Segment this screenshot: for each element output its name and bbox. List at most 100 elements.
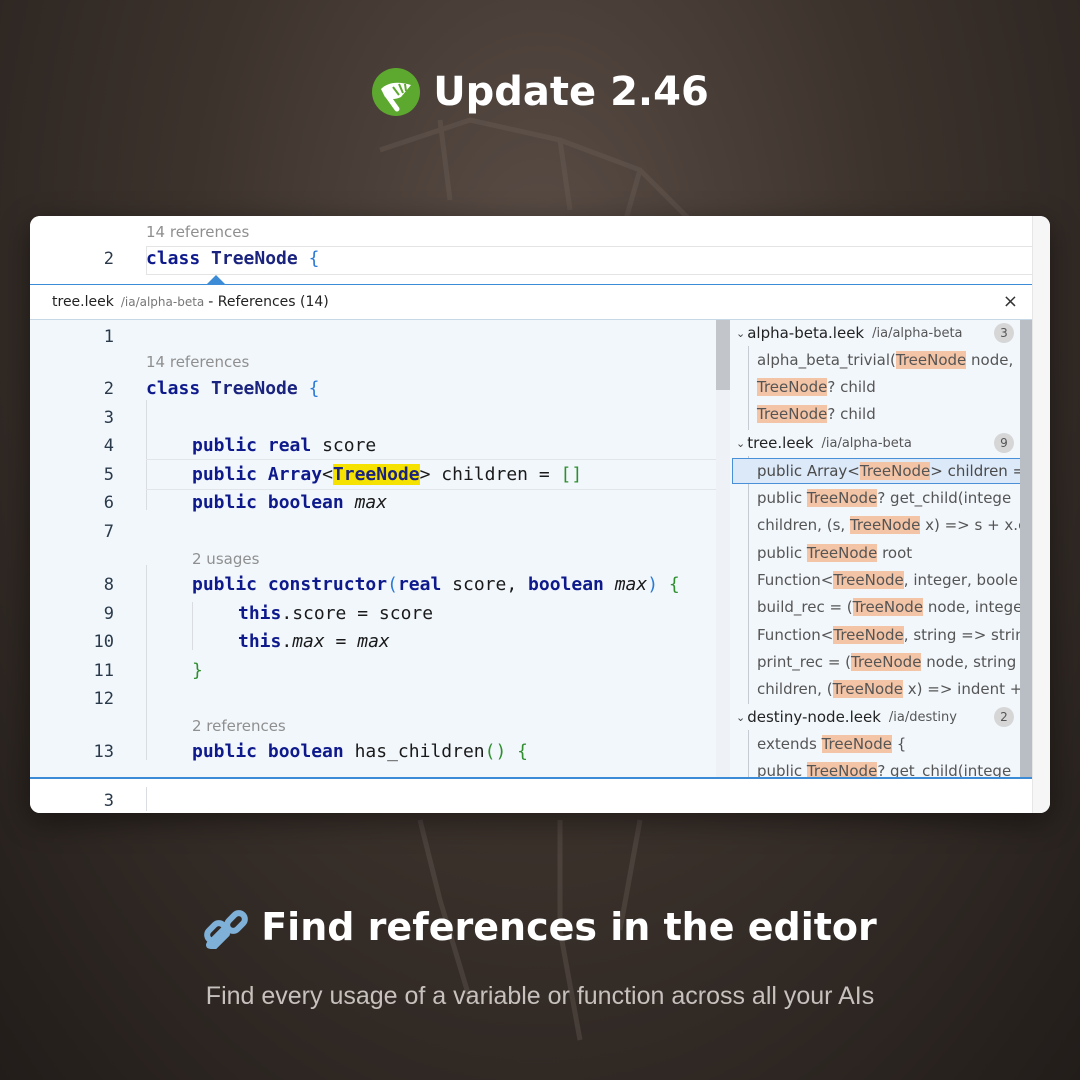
tree-item[interactable]: TreeNode? child (757, 374, 876, 400)
chevron-down-icon: ⌄ (736, 436, 746, 450)
code-line[interactable]: public real score (192, 435, 376, 456)
tree-item[interactable]: public TreeNode root (757, 540, 912, 566)
usages-hint[interactable]: 2 usages (192, 550, 259, 568)
file-name: destiny-node.leek (747, 708, 881, 726)
identifier: has_children (354, 741, 485, 762)
tree-item[interactable]: children, (TreeNode x) => indent + (757, 676, 1022, 702)
tree-item[interactable]: public TreeNode? get_child(intege (757, 485, 1011, 511)
tree-item[interactable]: extends TreeNode { (757, 731, 906, 757)
references-body: 1 14 references 2 class TreeNode { 3 4 p… (30, 320, 1032, 777)
tree-item[interactable]: print_rec = (TreeNode node, string (757, 649, 1016, 675)
paren: ) (647, 574, 659, 595)
code-line[interactable]: public boolean max (192, 492, 387, 513)
tree-item[interactable]: build_rec = (TreeNode node, intege (757, 594, 1022, 620)
tree-item[interactable]: public Array<TreeNode> children = (757, 458, 1025, 484)
identifier: max (357, 631, 390, 652)
item-text: extends (757, 735, 822, 753)
keyword: real (267, 435, 312, 456)
line-number: 5 (103, 465, 114, 485)
file-path: /ia/alpha-beta (872, 325, 963, 341)
tree-item[interactable]: Function<TreeNode, integer, boole (757, 567, 1018, 593)
item-text: build_rec = ( (757, 598, 853, 616)
array-literal: [] (560, 464, 583, 485)
keyword: constructor (267, 574, 388, 595)
keyword: public (192, 741, 258, 762)
indent-guide (192, 602, 193, 650)
code-line[interactable]: public boolean has_children() { (192, 741, 528, 762)
line-number: 13 (93, 742, 114, 762)
identifier: score (322, 435, 377, 456)
line-number: 12 (93, 689, 114, 709)
code-line[interactable]: public constructor(real score, boolean m… (192, 574, 680, 595)
file-path: /ia/destiny (888, 709, 957, 725)
match-highlight: TreeNode (851, 653, 922, 671)
match-highlight: TreeNode (859, 462, 931, 480)
brace: { (517, 741, 528, 762)
tree-item[interactable]: alpha_beta_trivial(TreeNode node, (757, 347, 1013, 373)
tree-item[interactable]: TreeNode? child (757, 401, 876, 427)
item-text: ? child (827, 378, 876, 396)
line-number: 8 (103, 575, 114, 595)
tree-guide (748, 456, 749, 704)
item-text: , integer, boole (903, 571, 1018, 589)
code-line[interactable]: public Array<TreeNode> children = [] (192, 464, 582, 485)
match-highlight: TreeNode (806, 489, 878, 507)
keyword: boolean (267, 741, 344, 762)
overview-ruler[interactable] (1032, 216, 1050, 813)
line-number: 1 (103, 327, 114, 347)
editor-top-strip: 14 references 2 class TreeNode { (30, 216, 1033, 284)
keyword: public (192, 574, 258, 595)
item-text: public (757, 762, 807, 777)
references-hint[interactable]: 2 references (192, 717, 286, 735)
references-hint[interactable]: 14 references (146, 353, 249, 371)
tree-item[interactable]: public TreeNode? get_child(intege (757, 758, 1011, 777)
item-text: Function< (757, 626, 834, 644)
references-hint[interactable]: 14 references (146, 223, 249, 241)
item-text: root (877, 544, 913, 562)
tree-file-tree[interactable]: ⌄ tree.leek /ia/alpha-beta (736, 430, 912, 456)
line-number: 3 (103, 408, 114, 428)
match-highlight: TreeNode (806, 762, 878, 777)
tree-item[interactable]: children, (s, TreeNode x) => s + x.co (757, 512, 1032, 538)
keyword: this (238, 603, 282, 624)
item-text: node, string (921, 653, 1017, 671)
code-line[interactable]: } (192, 660, 203, 681)
count-badge: 9 (994, 433, 1014, 453)
brace: { (308, 378, 320, 399)
references-title: - References (14) (208, 294, 329, 310)
paren: ( (387, 574, 398, 595)
file-path: /ia/alpha-beta (821, 435, 912, 451)
reference-tree-scrollbar[interactable] (1020, 320, 1032, 777)
file-name: alpha-beta.leek (747, 324, 865, 342)
item-text: alpha_beta_trivial( (757, 351, 896, 369)
brace: { (668, 574, 680, 595)
keyword: boolean (267, 492, 344, 513)
keyword: Array (267, 464, 323, 485)
chevron-down-icon: ⌄ (736, 710, 746, 724)
paren: () (484, 741, 507, 762)
close-icon[interactable]: × (1003, 291, 1018, 312)
line-number: 7 (103, 522, 114, 542)
keyword: public (192, 492, 258, 513)
tree-file-destiny-node[interactable]: ⌄ destiny-node.leek /ia/destiny (736, 704, 957, 730)
link-icon (204, 910, 249, 949)
feature-title: Find references in the editor (0, 904, 1080, 950)
match-highlight: TreeNode (833, 571, 904, 589)
indent-guide (146, 565, 147, 760)
code-line[interactable]: class TreeNode { (146, 378, 319, 399)
tree-file-alpha-beta[interactable]: ⌄ alpha-beta.leek /ia/alpha-beta (736, 320, 963, 346)
identifier: max (614, 574, 648, 595)
tree-guide (748, 730, 749, 777)
item-text: node, (966, 351, 1014, 369)
count-badge: 3 (994, 323, 1014, 343)
code-line[interactable]: this.max = max (238, 631, 390, 652)
tree-item[interactable]: Function<TreeNode, string => strin (757, 622, 1025, 648)
match-highlight: TreeNode (833, 626, 904, 644)
code-line[interactable]: this.score = score (238, 603, 433, 624)
item-text: node, intege (923, 598, 1023, 616)
item-text: print_rec = ( (757, 653, 852, 671)
angle-bracket: < (322, 464, 333, 485)
code-scrollbar-thumb[interactable] (716, 320, 730, 390)
identifier: max (292, 631, 325, 652)
code-line[interactable]: class TreeNode { (146, 248, 319, 269)
